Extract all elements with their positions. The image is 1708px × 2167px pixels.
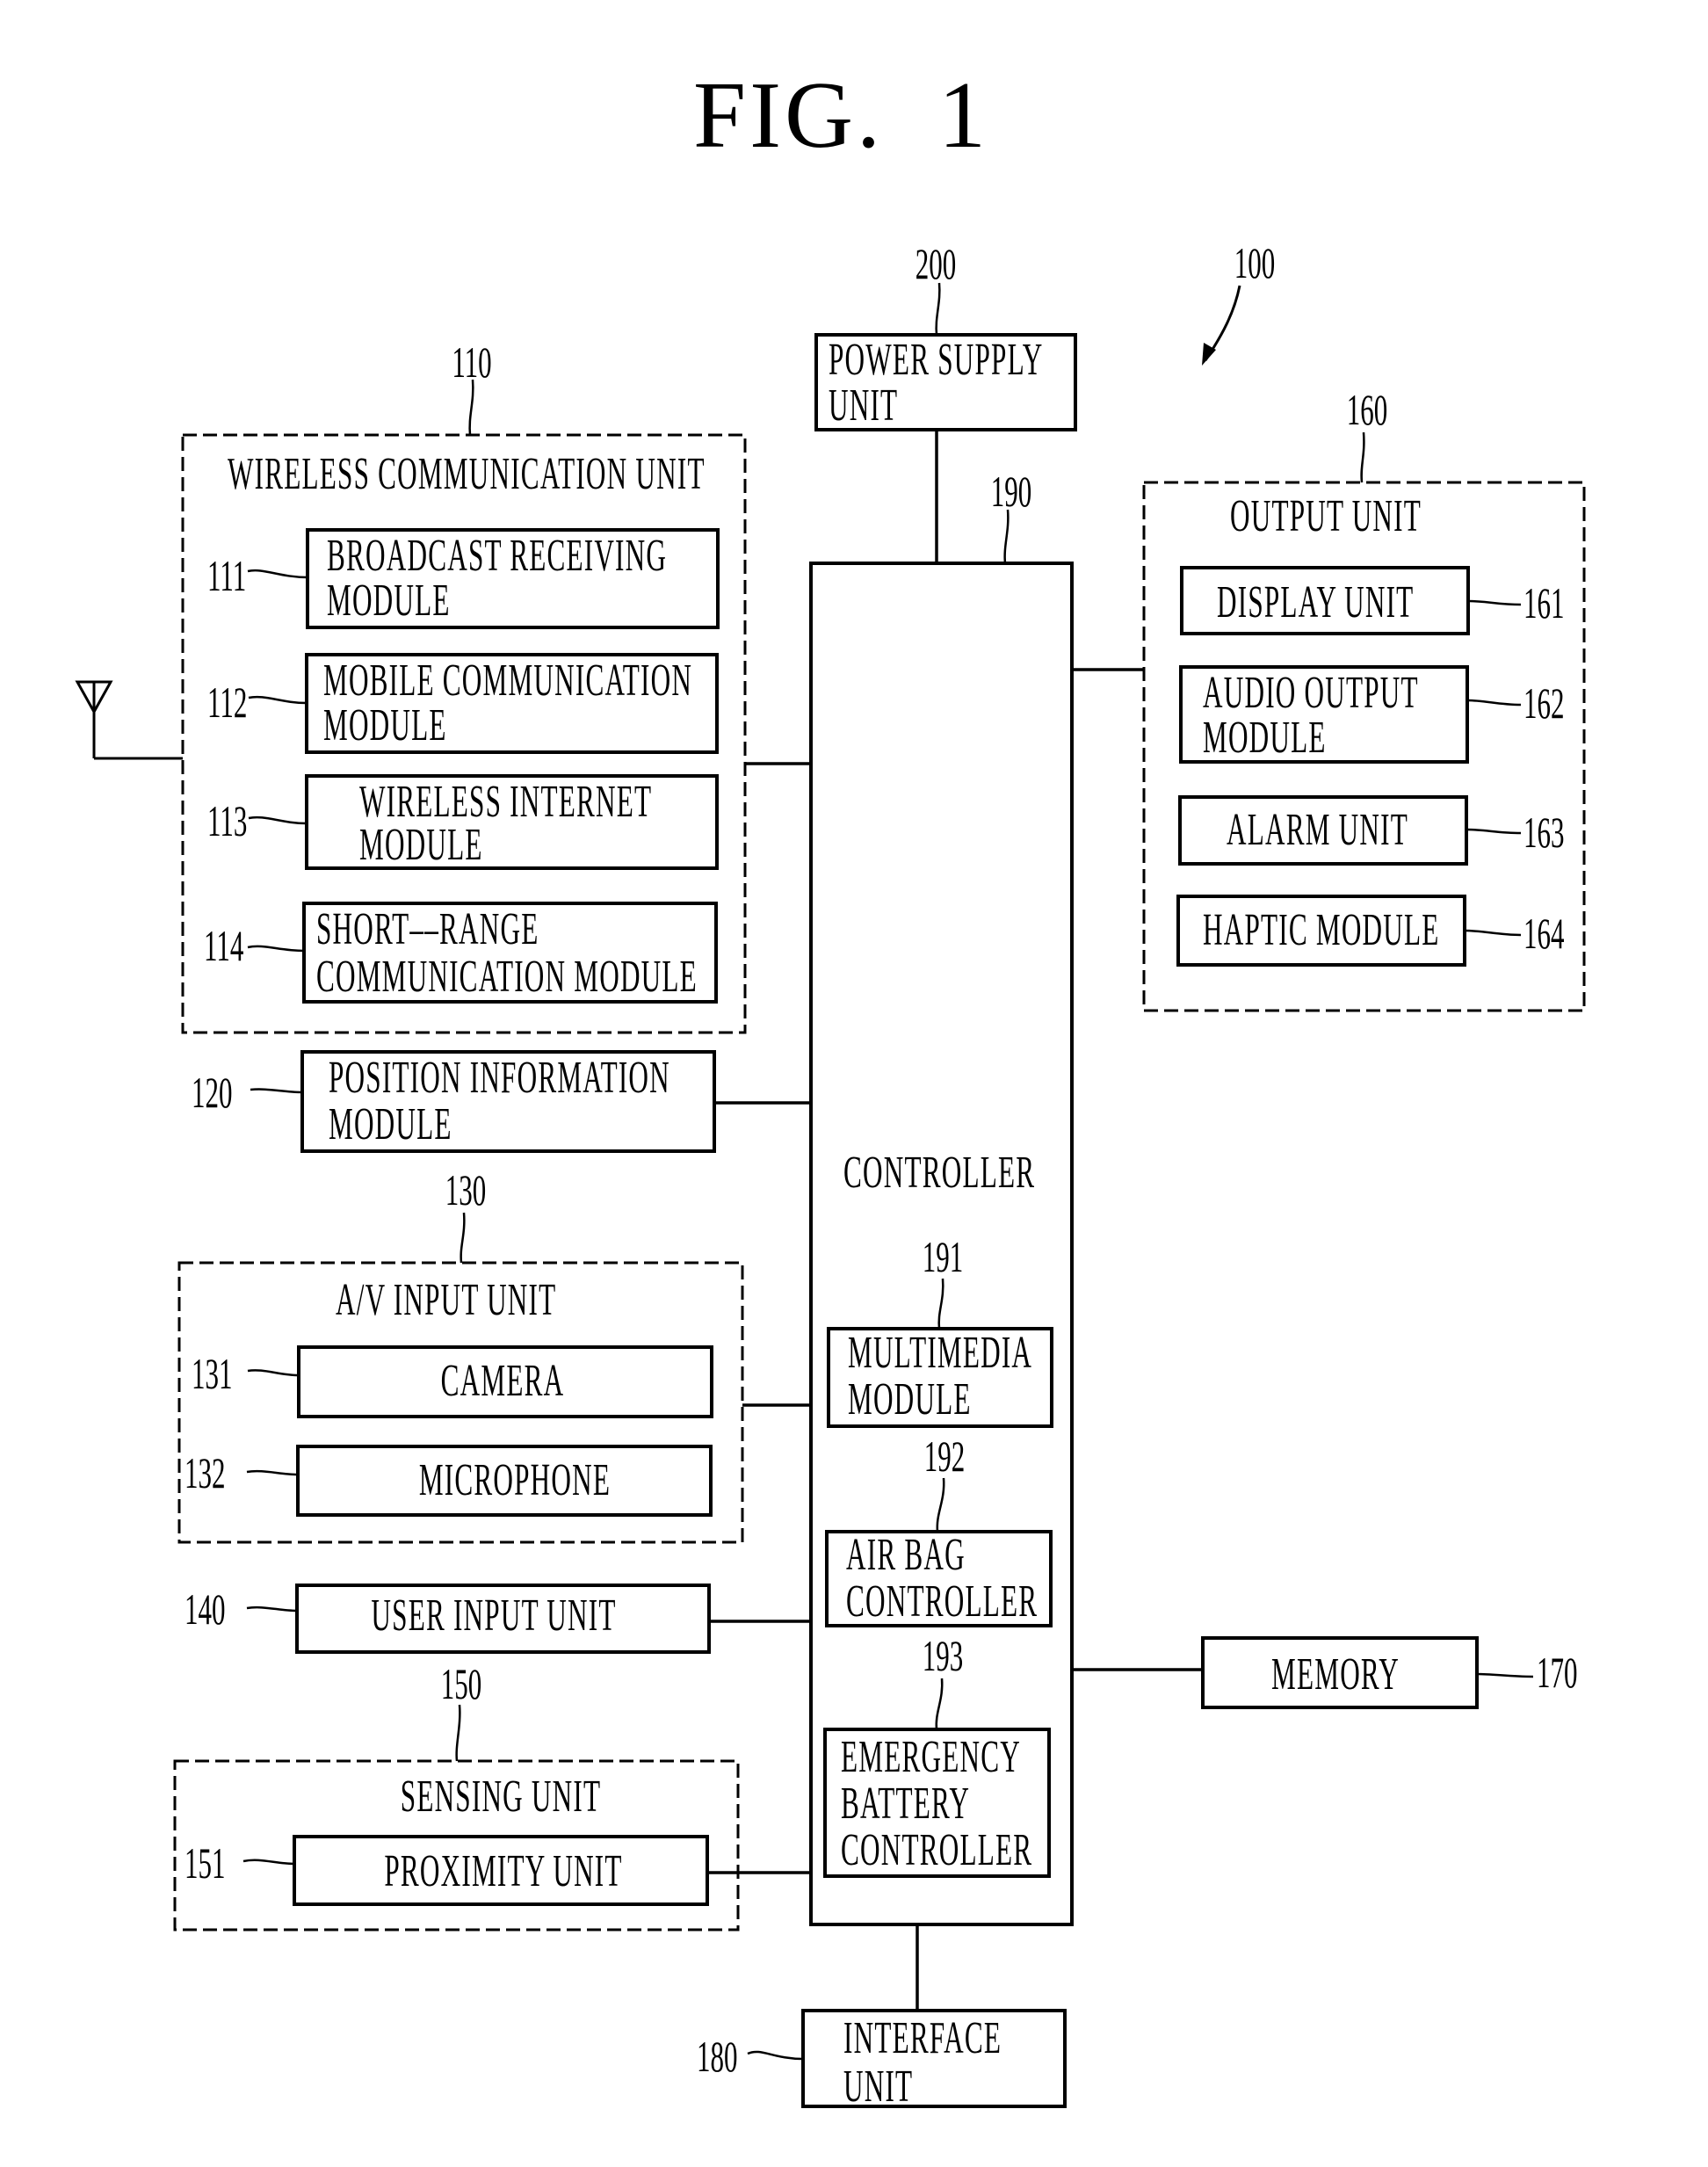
- ref-164: 164: [1523, 909, 1565, 958]
- interface-line1: INTERFACE: [843, 2013, 1002, 2063]
- ref-200: 200: [915, 239, 957, 288]
- wireless-internet-line1: WIRELESS INTERNET: [359, 777, 653, 827]
- wireless-internet-line2: MODULE: [359, 820, 483, 870]
- emergency-line2: BATTERY: [841, 1779, 971, 1829]
- sensing-unit-title: SENSING UNIT: [400, 1772, 602, 1822]
- camera-label: CAMERA: [440, 1356, 565, 1406]
- ref-114: 114: [204, 921, 244, 970]
- audio-output-line1: AUDIO OUTPUT: [1203, 668, 1419, 718]
- microphone-label: MICROPHONE: [418, 1455, 612, 1505]
- ref-192: 192: [923, 1431, 966, 1481]
- ref-151: 151: [185, 1838, 226, 1888]
- figure-title: FIG. 1: [693, 63, 990, 168]
- mobile-module-line1: MOBILE COMMUNICATION: [323, 656, 693, 706]
- display-unit-label: DISPLAY UNIT: [1217, 577, 1415, 627]
- haptic-module-label: HAPTIC MODULE: [1203, 905, 1440, 955]
- ref-190: 190: [990, 467, 1032, 516]
- airbag-line2: CONTROLLER: [846, 1576, 1039, 1627]
- ref-132: 132: [185, 1448, 226, 1497]
- ref-113: 113: [207, 796, 248, 845]
- proximity-label: PROXIMITY UNIT: [384, 1846, 623, 1896]
- antenna-icon: [75, 680, 183, 760]
- ref-100: 100: [1234, 238, 1276, 287]
- short-range-line2: COMMUNICATION MODULE: [316, 952, 698, 1002]
- power-supply-label-line1: POWER SUPPLY: [829, 335, 1044, 385]
- user-input-label: USER INPUT UNIT: [371, 1591, 617, 1641]
- ref-163: 163: [1523, 808, 1565, 857]
- audio-output-line2: MODULE: [1203, 713, 1327, 763]
- ref-111: 111: [207, 551, 247, 600]
- controller-label: CONTROLLER: [843, 1148, 1036, 1198]
- broadcast-module-line2: MODULE: [327, 576, 451, 626]
- wireless-unit-title: WIRELESS COMMUNICATION UNIT: [228, 449, 706, 499]
- short-range-line1: SHORT––RANGE: [316, 904, 539, 954]
- ref-131: 131: [192, 1349, 233, 1398]
- output-unit-title: OUTPUT UNIT: [1230, 491, 1422, 541]
- ref-112: 112: [207, 678, 248, 727]
- ref-130: 130: [445, 1165, 487, 1214]
- ref-150: 150: [440, 1659, 482, 1708]
- emergency-line1: EMERGENCY: [841, 1732, 1021, 1782]
- multimedia-line1: MULTIMEDIA: [848, 1328, 1033, 1378]
- ref-120: 120: [192, 1068, 233, 1117]
- device-arrow: [1202, 285, 1241, 366]
- position-module-line1: POSITION INFORMATION: [329, 1053, 670, 1103]
- av-input-title: A/V INPUT UNIT: [336, 1275, 557, 1325]
- ref-193: 193: [922, 1631, 964, 1680]
- ref-180: 180: [697, 2032, 738, 2081]
- multimedia-line2: MODULE: [848, 1374, 972, 1424]
- ref-161: 161: [1523, 578, 1565, 627]
- ref-140: 140: [185, 1584, 226, 1634]
- ref-110: 110: [452, 337, 492, 387]
- ref-160: 160: [1346, 385, 1388, 434]
- ref-191: 191: [922, 1232, 964, 1281]
- emergency-line3: CONTROLLER: [841, 1825, 1033, 1875]
- power-supply-label-line2: UNIT: [829, 380, 899, 431]
- airbag-line1: AIR BAG: [846, 1530, 966, 1580]
- position-module-line2: MODULE: [329, 1099, 452, 1149]
- memory-label: MEMORY: [1271, 1649, 1400, 1700]
- alarm-unit-label: ALARM UNIT: [1227, 805, 1408, 855]
- ref-162: 162: [1523, 678, 1565, 728]
- interface-line2: UNIT: [843, 2062, 914, 2112]
- ref-170: 170: [1537, 1648, 1578, 1697]
- mobile-module-line2: MODULE: [323, 700, 447, 750]
- broadcast-module-line1: BROADCAST RECEIVING: [327, 531, 668, 581]
